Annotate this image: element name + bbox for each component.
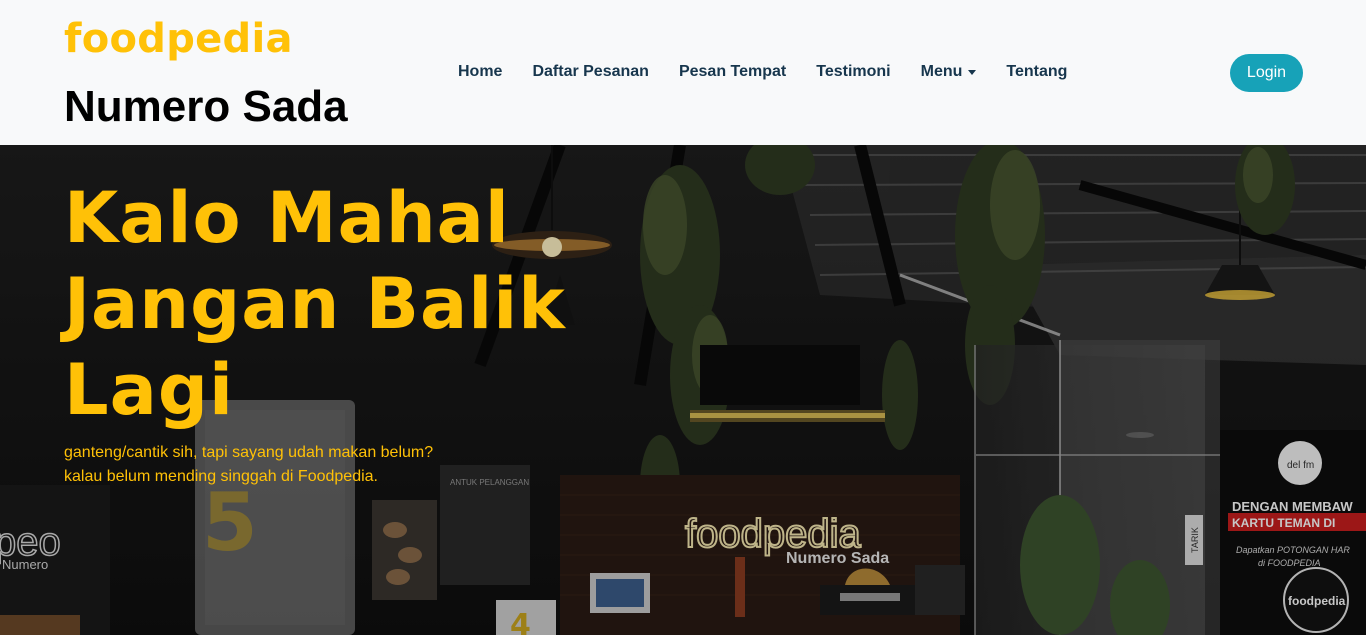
navbar: foodpedia Numero Sada Home Daftar Pesana…: [0, 0, 1366, 145]
nav-menu-label: Menu: [920, 63, 963, 80]
hero-title-line-2: Jangan Balik: [64, 263, 566, 345]
nav-testimoni[interactable]: Testimoni: [816, 60, 890, 84]
brand-name[interactable]: foodpedia: [64, 14, 348, 64]
hero-title: Kalo Mahal Jangan Balik Lagi: [64, 175, 584, 433]
login-button[interactable]: Login: [1230, 54, 1303, 92]
nav-tentang-label: Tentang: [1006, 63, 1068, 80]
hero-section: foodpedia Numero Sada TARIK del fm DENGA…: [0, 145, 1366, 635]
brand[interactable]: foodpedia Numero Sada: [64, 14, 348, 132]
hero-description: ganteng/cantik sih, tapi sayang udah mak…: [64, 441, 584, 489]
brand-subtitle: Numero Sada: [64, 82, 348, 131]
nav-pesan-tempat-label: Pesan Tempat: [678, 63, 787, 80]
hero-description-line-1: ganteng/cantik sih, tapi sayang udah mak…: [64, 444, 434, 461]
nav-home-label: Home: [458, 63, 503, 80]
nav-daftar-pesanan-label: Daftar Pesanan: [532, 63, 649, 80]
main-nav: Home Daftar Pesanan Pesan Tempat Testimo…: [458, 60, 1067, 84]
nav-menu-dropdown[interactable]: Menu: [921, 60, 977, 84]
nav-tentang[interactable]: Tentang: [1006, 60, 1067, 84]
hero-text: Kalo Mahal Jangan Balik Lagi ganteng/can…: [64, 175, 584, 489]
nav-pesan-tempat[interactable]: Pesan Tempat: [679, 60, 786, 84]
nav-testimoni-label: Testimoni: [816, 63, 891, 80]
caret-down-icon: [968, 69, 977, 75]
hero-title-line-1: Kalo Mahal: [64, 177, 510, 259]
hero-title-line-3: Lagi: [64, 349, 234, 431]
hero-description-line-2: kalau belum mending singgah di Foodpedia…: [64, 468, 378, 485]
nav-daftar-pesanan[interactable]: Daftar Pesanan: [532, 60, 649, 84]
nav-home[interactable]: Home: [458, 60, 502, 84]
